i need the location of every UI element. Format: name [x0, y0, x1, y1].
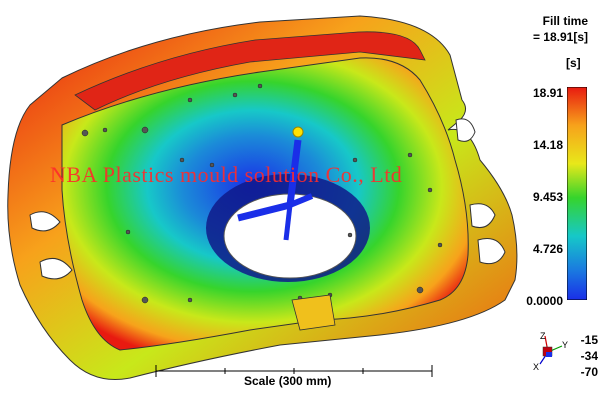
result-title: Fill time [542, 14, 588, 28]
legend-color-bar [567, 87, 587, 300]
orientation-angle-y: -34 [580, 349, 598, 363]
orientation-angle-z: -15 [580, 333, 598, 347]
result-max-value: = 18.91[s] [532, 30, 588, 44]
scale-label: Scale (300 mm) [244, 374, 332, 388]
legend-tick-min: 0.0000 [526, 294, 563, 308]
axis-label-x: X [533, 362, 540, 372]
legend-tick-3: 9.453 [532, 190, 563, 204]
orientation-angle-x: -70 [580, 365, 598, 379]
axis-label-z: Z [540, 331, 546, 341]
axis-label-y: Y [562, 340, 569, 350]
model-viewport[interactable] [0, 0, 600, 400]
legend-tick-2: 14.18 [532, 138, 563, 152]
legend-tick-4: 4.726 [532, 242, 563, 256]
legend-tick-max: 18.91 [532, 86, 563, 100]
watermark-text: NBA Plastics mould solution Co., Ltd [50, 162, 403, 187]
bottom-tab [291, 294, 336, 331]
legend-unit: [s] [566, 56, 581, 70]
